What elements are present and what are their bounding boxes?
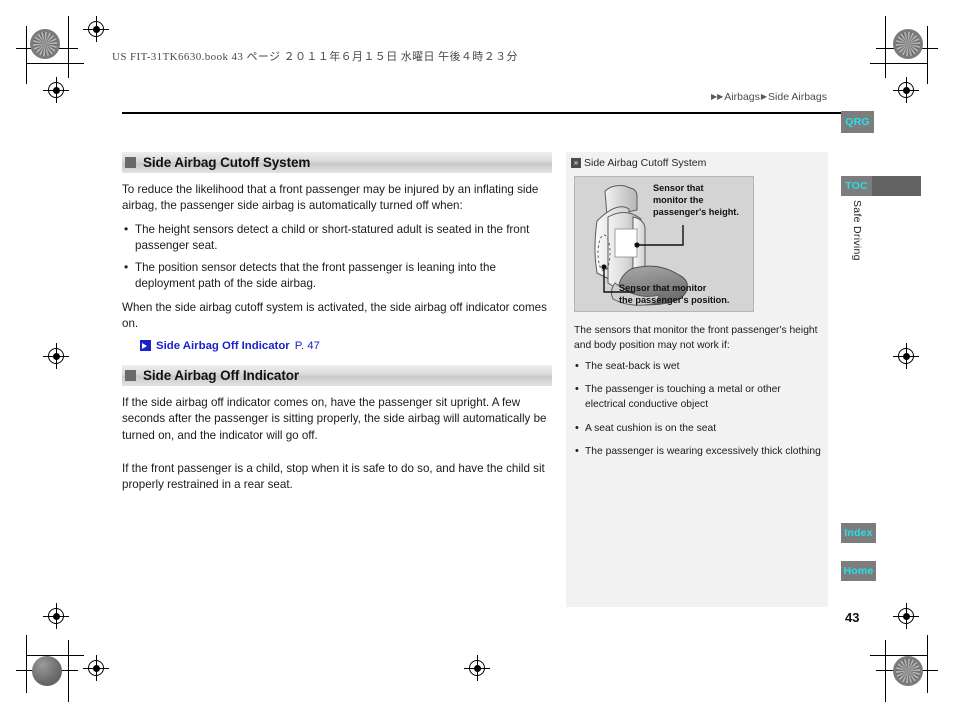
list-item: The passenger is touching a metal or oth… xyxy=(574,382,822,412)
manual-page: US FIT-31TK6630.book 43 ページ ２０１１年６月１５日 水… xyxy=(0,0,954,718)
body-paragraph: If the side airbag off indicator comes o… xyxy=(122,395,547,442)
side-panel-marker-icon: » xyxy=(571,158,581,168)
callout-line: Sensor that xyxy=(653,183,704,193)
callout-line: passenger's height. xyxy=(653,206,739,217)
list-item: The passenger is wearing excessively thi… xyxy=(574,444,822,460)
list-item: A seat cushion is on the seat xyxy=(574,421,822,437)
callout-line: the passenger's position. xyxy=(619,294,730,305)
list-item: The position sensor detects that the fro… xyxy=(122,259,552,293)
sensor-limitations-list: The seat-back is wet The passenger is to… xyxy=(574,359,822,460)
header-divider xyxy=(122,112,849,114)
section-heading-text: Side Airbag Off Indicator xyxy=(143,367,300,383)
list-item: The seat-back is wet xyxy=(574,359,822,375)
main-content-column: Side Airbag Cutoff System To reduce the … xyxy=(122,152,552,501)
cross-reference-page[interactable]: P. 47 xyxy=(295,340,320,352)
color-registration-dot xyxy=(893,29,923,59)
side-panel-intro: The sensors that monitor the front passe… xyxy=(574,325,818,351)
section-heading-off-indicator: Side Airbag Off Indicator xyxy=(122,364,552,386)
cross-reference-link[interactable]: Side Airbag Off Indicator P. 47 xyxy=(140,340,552,352)
tab-index[interactable]: Index xyxy=(841,523,876,543)
callout-line: monitor the xyxy=(653,194,704,205)
registration-mark xyxy=(43,77,69,103)
closing-paragraph: When the side airbag cutoff system is ac… xyxy=(122,300,547,331)
section-heading-text: Side Airbag Cutoff System xyxy=(143,155,311,170)
cutoff-conditions-list: The height sensors detect a child or sho… xyxy=(122,221,552,293)
tab-toc[interactable]: TOC xyxy=(841,176,872,196)
registration-mark xyxy=(43,603,69,629)
color-registration-dot xyxy=(32,656,62,686)
registration-mark xyxy=(43,343,69,369)
page-number: 43 xyxy=(845,610,860,625)
breadcrumb-level-2[interactable]: Side Airbags xyxy=(768,91,827,103)
section-bullet-icon xyxy=(125,369,136,381)
tab-home[interactable]: Home xyxy=(841,561,876,581)
breadcrumb-arrow-icon: ▶ xyxy=(760,92,768,101)
callout-line: Sensor that monitor xyxy=(619,283,707,293)
section-label-safe-driving: Safe Driving xyxy=(851,200,863,261)
section-heading-cutoff-system: Side Airbag Cutoff System xyxy=(122,152,552,173)
tab-toc-extension[interactable] xyxy=(872,176,921,196)
registration-mark xyxy=(893,603,919,629)
body-paragraph: If the front passenger is a child, stop … xyxy=(122,461,545,492)
breadcrumb: ▶▶ Airbags ▶ Side Airbags xyxy=(711,91,827,103)
side-panel-heading-text: Side Airbag Cutoff System xyxy=(584,157,707,169)
print-file-info: US FIT-31TK6630.book 43 ページ ２０１１年６月１５日 水… xyxy=(112,51,518,63)
registration-mark xyxy=(83,16,109,42)
list-item: The height sensors detect a child or sho… xyxy=(122,221,552,255)
callout-height-sensor: Sensor that monitor the passenger's heig… xyxy=(653,183,739,218)
registration-mark xyxy=(893,77,919,103)
registration-mark xyxy=(464,655,490,681)
section-bullet-icon xyxy=(125,157,136,168)
callout-position-sensor: Sensor that monitor the passenger's posi… xyxy=(619,283,729,307)
side-panel-body: The sensors that monitor the front passe… xyxy=(574,324,822,469)
registration-mark xyxy=(893,343,919,369)
breadcrumb-double-arrow-icon: ▶▶ xyxy=(710,92,724,101)
side-panel-heading: » Side Airbag Cutoff System xyxy=(566,152,828,169)
cross-reference-label[interactable]: Side Airbag Off Indicator xyxy=(156,340,290,352)
side-reference-panel: » Side Airbag Cutoff System Sensor that … xyxy=(566,152,828,607)
breadcrumb-level-1[interactable]: Airbags xyxy=(724,91,760,103)
registration-mark xyxy=(83,655,109,681)
seat-sensor-illustration: Sensor that monitor the passenger's heig… xyxy=(574,176,754,312)
color-registration-dot xyxy=(893,656,923,686)
intro-paragraph: To reduce the likelihood that a front pa… xyxy=(122,183,539,213)
tab-qrg[interactable]: QRG xyxy=(841,111,874,133)
color-registration-dot xyxy=(30,29,60,59)
jump-arrow-icon xyxy=(140,340,151,352)
